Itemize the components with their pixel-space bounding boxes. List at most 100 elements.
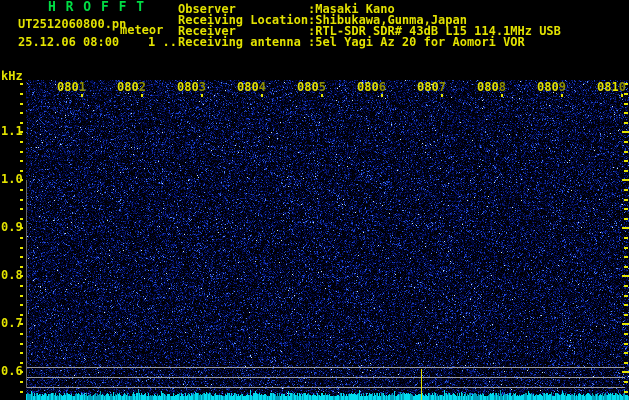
minute-tick bbox=[441, 94, 443, 97]
freq-tick-right-major bbox=[622, 323, 629, 325]
freq-axis-label: 0.8 bbox=[1, 268, 23, 282]
freq-tick-right-major bbox=[622, 179, 629, 181]
freq-tick-left bbox=[20, 131, 23, 133]
freq-tick-left bbox=[20, 208, 23, 210]
hrofft-screen: H R O F F T UT2512060800.pn meteor 25.12… bbox=[0, 0, 629, 400]
freq-tick-right-major bbox=[622, 371, 629, 373]
freq-axis-unit: kHz bbox=[1, 69, 23, 83]
freq-tick-right bbox=[624, 208, 628, 210]
freq-tick-right bbox=[624, 160, 628, 162]
time-label-bright: 080 bbox=[477, 80, 499, 94]
freq-tick-left bbox=[20, 304, 23, 306]
freq-tick-left bbox=[20, 323, 23, 325]
freq-tick-left bbox=[20, 256, 23, 258]
minute-tick bbox=[501, 94, 503, 97]
freq-tick-right bbox=[624, 189, 628, 191]
freq-tick-left bbox=[20, 141, 23, 143]
level-grid-line bbox=[26, 377, 625, 378]
time-label: 0810 bbox=[597, 81, 626, 93]
minute-tick bbox=[201, 94, 203, 97]
minute-tick bbox=[81, 94, 83, 97]
freq-tick-left bbox=[20, 352, 23, 354]
time-label-bright: 080 bbox=[57, 80, 79, 94]
freq-tick-right bbox=[624, 343, 628, 345]
freq-tick-left bbox=[20, 266, 23, 268]
time-label-dim: 4 bbox=[258, 80, 266, 94]
time-label: 0809 bbox=[537, 81, 566, 93]
minute-tick bbox=[621, 94, 623, 97]
minute-tick bbox=[141, 94, 143, 97]
freq-tick-left bbox=[20, 285, 23, 287]
freq-tick-right bbox=[624, 285, 628, 287]
header-info: Observer:Masaki Kano Receiving Location:S… bbox=[178, 3, 561, 49]
time-label-bright: 080 bbox=[357, 80, 379, 94]
freq-tick-left bbox=[20, 160, 23, 162]
minute-tick bbox=[561, 94, 563, 97]
time-label-dim: 0 bbox=[618, 80, 626, 94]
freq-tick-right bbox=[624, 381, 628, 383]
freq-tick-right bbox=[624, 352, 628, 354]
spectrogram-canvas bbox=[26, 80, 629, 400]
info-value: :5el Yagi Az 20 for Aomori VOR bbox=[308, 35, 525, 49]
time-label: 0804 bbox=[237, 81, 266, 93]
time-label: 0803 bbox=[177, 81, 206, 93]
time-label-bright: 081 bbox=[597, 80, 619, 94]
time-label-bright: 080 bbox=[537, 80, 559, 94]
freq-tick-right bbox=[624, 122, 628, 124]
time-label: 0801 bbox=[57, 81, 86, 93]
freq-tick-left bbox=[20, 122, 23, 124]
info-row: Receiving antenna:5el Yagi Az 20 for Aom… bbox=[178, 35, 561, 49]
freq-tick-left bbox=[20, 237, 23, 239]
time-label-bright: 080 bbox=[237, 80, 259, 94]
noise-level-trace-canvas bbox=[26, 388, 629, 400]
time-label-dim: 7 bbox=[438, 80, 446, 94]
freq-axis-label: 0.6 bbox=[1, 364, 23, 378]
minute-tick bbox=[261, 94, 263, 97]
freq-tick-right bbox=[624, 199, 628, 201]
freq-tick-right bbox=[624, 103, 628, 105]
freq-tick-left bbox=[20, 103, 23, 105]
freq-tick-right-major bbox=[622, 131, 629, 133]
freq-tick-left bbox=[20, 275, 23, 277]
freq-tick-left bbox=[20, 199, 23, 201]
freq-tick-right bbox=[624, 304, 628, 306]
freq-tick-left bbox=[20, 247, 23, 249]
freq-axis-label: 1.1 bbox=[1, 124, 23, 138]
time-label-bright: 080 bbox=[177, 80, 199, 94]
freq-axis-label: 0.9 bbox=[1, 220, 23, 234]
freq-tick-left bbox=[20, 170, 23, 172]
minute-tick bbox=[381, 94, 383, 97]
freq-tick-right bbox=[624, 295, 628, 297]
freq-tick-right-major bbox=[622, 227, 629, 229]
freq-tick-right bbox=[624, 112, 628, 114]
time-label: 0806 bbox=[357, 81, 386, 93]
freq-tick-left bbox=[20, 112, 23, 114]
freq-tick-left bbox=[20, 227, 23, 229]
time-label: 0805 bbox=[297, 81, 326, 93]
time-label: 0802 bbox=[117, 81, 146, 93]
freq-tick-right bbox=[624, 256, 628, 258]
minute-tick bbox=[321, 94, 323, 97]
time-label-dim: 1 bbox=[78, 80, 86, 94]
freq-tick-left bbox=[20, 179, 23, 181]
freq-tick-left bbox=[20, 93, 23, 95]
freq-tick-left bbox=[20, 295, 23, 297]
time-label-dim: 5 bbox=[318, 80, 326, 94]
freq-tick-left bbox=[20, 314, 23, 316]
freq-tick-left bbox=[20, 362, 23, 364]
level-scale-line bbox=[26, 180, 27, 388]
freq-tick-right bbox=[624, 391, 628, 393]
time-label-dim: 8 bbox=[498, 80, 506, 94]
freq-tick-left bbox=[20, 381, 23, 383]
freq-axis-label: 0.7 bbox=[1, 316, 23, 330]
time-label: 0808 bbox=[477, 81, 506, 93]
freq-tick-left bbox=[20, 83, 23, 85]
time-label-bright: 080 bbox=[117, 80, 139, 94]
freq-tick-right bbox=[624, 170, 628, 172]
app-title: H R O F F T bbox=[48, 0, 146, 15]
freq-tick-right bbox=[624, 218, 628, 220]
time-label-dim: 9 bbox=[558, 80, 566, 94]
freq-tick-left bbox=[20, 189, 23, 191]
freq-tick-left bbox=[20, 391, 23, 393]
time-label: 0807 bbox=[417, 81, 446, 93]
